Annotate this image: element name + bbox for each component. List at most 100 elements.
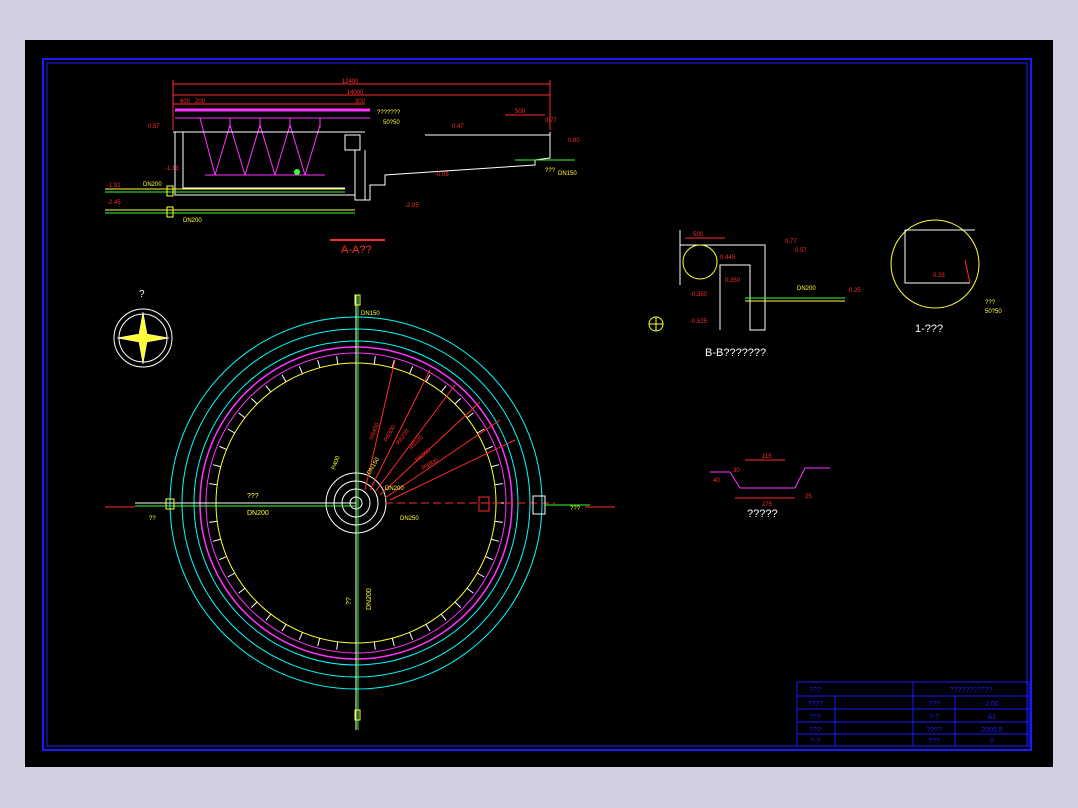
weir-tick: [281, 623, 287, 632]
plan-label-left: ??: [149, 516, 156, 522]
weir-40: 40: [713, 478, 720, 484]
label-dn150: DN150: [558, 171, 577, 177]
title-block-cell: ?-?: [810, 738, 820, 745]
weir-tick: [250, 601, 258, 609]
weir-tick: [494, 520, 503, 523]
dim-12400: 12400: [342, 79, 359, 85]
north-label: ?: [139, 289, 145, 300]
bb-level-0-350: 0.350: [725, 278, 741, 284]
title-block-cell: A1: [988, 714, 997, 721]
level-0-47: 0.47: [452, 124, 464, 130]
inner-border: [46, 62, 1028, 747]
weir-tick: [317, 638, 321, 647]
r-6450: R6450: [369, 421, 381, 440]
weir-tick: [209, 520, 218, 523]
weir-tick: [265, 385, 272, 393]
bb-level-0-57: 0.57: [795, 248, 807, 254]
detail1-size: 50?50: [985, 309, 1002, 315]
weir-tick: [466, 587, 474, 594]
dim-14000: 14000: [347, 90, 364, 96]
weir-tick: [212, 538, 221, 542]
level-neg-1-13: -1.13: [165, 166, 179, 172]
weir-tick: [336, 356, 339, 365]
cad-drawing: 12400 14000 600 200 30 0 500 0.57 -1.13 -…: [42, 58, 1032, 751]
weir-detail: 115 30 40 25 275 ?????: [710, 454, 830, 520]
label-pipe: ???: [545, 168, 556, 174]
weir-tick: [485, 445, 493, 450]
weir-tick: [491, 538, 500, 542]
dim-200: 200: [195, 99, 206, 105]
title-block-cell: ????: [926, 727, 942, 734]
weir-25: 25: [805, 494, 812, 500]
bb-level-neg-0-525: -0.525: [690, 319, 708, 325]
weir-tick: [219, 556, 227, 561]
outer-border: [42, 58, 1032, 751]
weir-tick: [440, 613, 447, 621]
title-block-cell: 0: [990, 738, 994, 745]
weir-tick: [336, 641, 339, 650]
drawing-sheet: 12400 14000 600 200 30 0 500 0.57 -1.13 -…: [25, 40, 1053, 767]
section-bb-title: B-B???????: [705, 347, 766, 359]
bb-label-dn200: DN200: [797, 286, 816, 292]
title-block-cell: 1:00: [985, 701, 999, 708]
bb-dim-500: 500: [693, 232, 704, 238]
title-block-cell: 2005.5: [981, 727, 1003, 734]
r-6200: R6200: [396, 428, 411, 446]
weir-tick: [227, 572, 236, 578]
plan-label-dn200-h: DN200: [247, 510, 269, 517]
level-neg-2-45: -2.45: [107, 200, 121, 206]
title-block-cell: ???????????: [950, 687, 993, 694]
weir-tick: [391, 638, 395, 647]
level-0-77: 0.77: [545, 118, 557, 124]
title-block: ????????????????????? 1:00??? ?-? A1???????…: [796, 681, 1030, 747]
detail-1: 0.28 ??? 50?50 1-???: [890, 219, 1002, 335]
weir-tick: [373, 641, 376, 650]
detail1-label: ???: [985, 300, 996, 306]
weir-tick: [476, 572, 485, 578]
weir-tick: [298, 366, 303, 374]
weir-tick: [494, 483, 503, 486]
weir-title: ?????: [747, 508, 778, 520]
weir-tick: [250, 397, 258, 405]
label-50x50: 50?50: [383, 120, 400, 126]
title-block-cell: ?-?: [929, 714, 939, 721]
weir-tick: [454, 397, 462, 405]
weir-tick: [212, 464, 221, 468]
bb-level-0-77: 0.77: [785, 239, 797, 245]
weir-30: 30: [733, 468, 740, 474]
weir-tick: [281, 374, 287, 383]
level-0-80: 0.80: [568, 138, 580, 144]
dim-600: 600: [180, 99, 191, 105]
level-neg-0-05: -0.05: [435, 172, 449, 178]
section-bb: 500 0.77 0.57 0.445 0.350 -0.350 -0.525 …: [648, 230, 861, 359]
level-neg-2-05: -2.05: [405, 203, 419, 209]
weir-tick: [317, 359, 321, 368]
title-block-cell: ???: [928, 701, 940, 708]
section-aa-title: A-A??: [341, 244, 372, 256]
label-dn200-1: DN200: [143, 182, 162, 188]
bb-level-neg-0-25: -0.25: [847, 288, 861, 294]
weir-tick: [485, 556, 493, 561]
label-hole: ???????: [377, 110, 401, 116]
weir-tick: [409, 632, 414, 640]
weir-tick: [238, 587, 246, 594]
weir-tick: [425, 623, 431, 632]
title-block-cell: ???: [809, 727, 821, 734]
bb-level-0-445: 0.445: [720, 255, 736, 261]
plan-view: R6450 R6300 R6200 R6100 R5950 R5800 ??? …: [105, 294, 615, 730]
section-aa: 12400 14000 600 200 300 500 0.57 -1.13 -…: [105, 79, 580, 256]
plan-label-dn200-v: DN200: [366, 588, 373, 610]
label-dn200-2: DN200: [183, 218, 202, 224]
weir-tick: [227, 428, 236, 434]
plan-label-dn150: DN150: [361, 311, 380, 317]
title-block-cell: ???: [809, 714, 821, 721]
level-0-57: 0.57: [148, 124, 160, 130]
weir-115: 115: [762, 454, 772, 460]
weir-tick: [238, 412, 246, 419]
plan-label-dn200-c: DN200: [385, 486, 404, 492]
weir-tick: [219, 445, 227, 450]
weir-tick: [409, 366, 414, 374]
weir-tick: [298, 632, 303, 640]
detail1-title: 1-???: [915, 323, 943, 335]
title-block-cell: ???: [928, 738, 940, 745]
